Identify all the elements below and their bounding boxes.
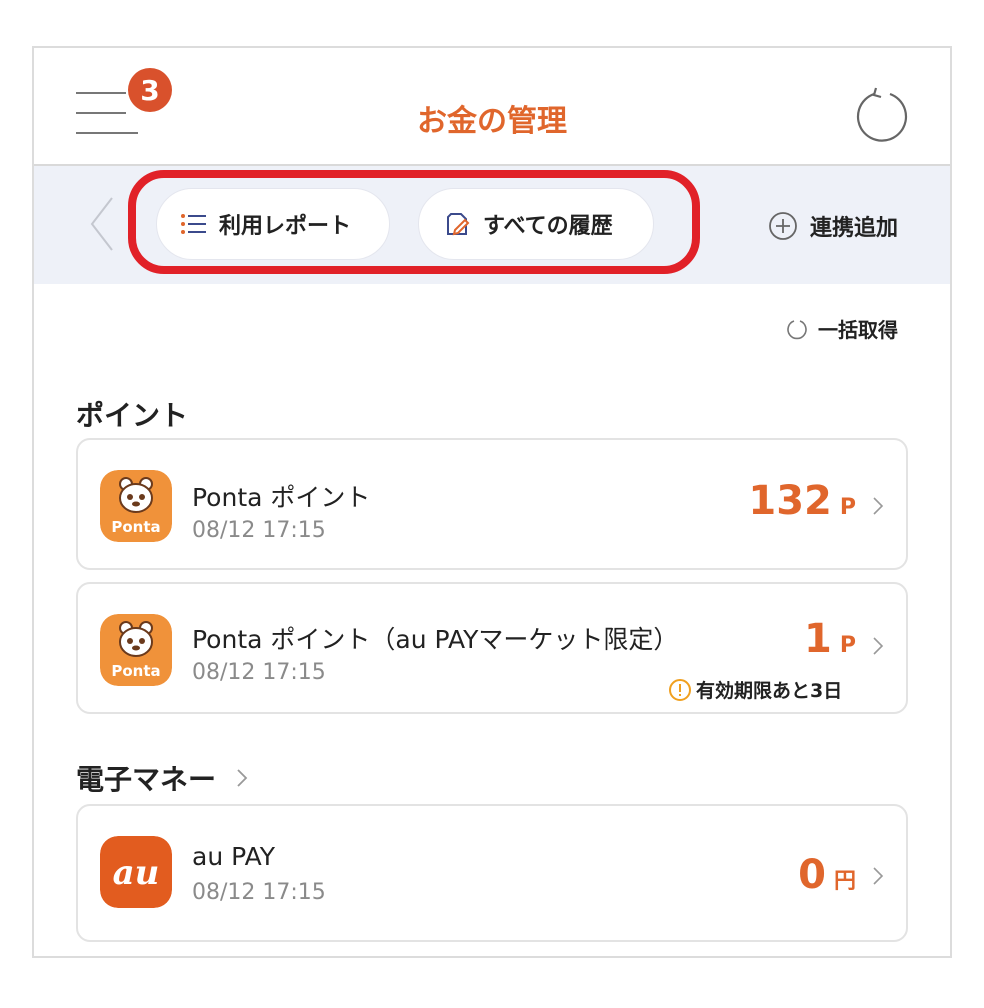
chevron-right-icon <box>873 867 884 885</box>
app-screen: 3 お金の管理 利用レポート すべての履歴 連携追加 一括取得 ポイント Pon… <box>32 46 952 958</box>
refresh-small-icon <box>787 319 807 339</box>
point-card-ponta[interactable]: Ponta Ponta ポイント 08/12 17:15 132 P <box>76 438 908 570</box>
tool-bar: 利用レポート すべての履歴 連携追加 <box>34 166 950 284</box>
chevron-right-icon <box>237 769 248 787</box>
emoney-updated-time: 08/12 17:15 <box>192 880 326 905</box>
add-link-label: 連携追加 <box>810 216 899 241</box>
au-pay-logo-icon: au <box>100 836 172 908</box>
emoney-amount: 0円 <box>798 852 856 898</box>
warning-icon <box>669 678 691 701</box>
ponta-logo-icon: Ponta <box>100 614 172 686</box>
point-updated-time: 08/12 17:15 <box>192 518 326 543</box>
expiry-warning: 有効期限あと3日 <box>668 676 842 703</box>
highlight-frame <box>128 170 700 274</box>
point-name: Ponta ポイント（au PAYマーケット限定） <box>192 625 679 654</box>
points-section-title: ポイント <box>76 399 189 432</box>
svg-text:Ponta: Ponta <box>111 518 160 536</box>
point-updated-time: 08/12 17:15 <box>192 660 326 685</box>
expiry-warning-text: 有効期限あと3日 <box>696 680 843 702</box>
page-title: お金の管理 <box>417 104 567 139</box>
point-amount: 132 P <box>748 478 856 524</box>
bulk-fetch-label: 一括取得 <box>818 318 898 342</box>
svg-text:au: au <box>113 853 160 893</box>
emoney-name: au PAY <box>192 842 276 871</box>
chevron-right-icon <box>873 637 884 655</box>
point-amount: 1P <box>804 616 856 662</box>
ponta-logo-icon: Ponta <box>100 470 172 542</box>
svg-text:Ponta: Ponta <box>111 662 160 680</box>
app-header: 3 お金の管理 <box>34 48 950 166</box>
plus-circle-icon <box>769 212 797 240</box>
refresh-icon[interactable] <box>852 86 912 146</box>
add-link-button[interactable]: 連携追加 <box>768 206 898 246</box>
chevron-right-icon <box>873 497 884 515</box>
emoney-section-title[interactable]: 電子マネー <box>76 758 250 798</box>
bulk-fetch-button[interactable]: 一括取得 <box>786 314 898 343</box>
emoney-card-aupay[interactable]: au au PAY 08/12 17:15 0円 <box>76 804 908 942</box>
point-name: Ponta ポイント <box>192 483 371 512</box>
chevron-left-icon[interactable] <box>86 194 116 254</box>
point-card-ponta-aupay-market[interactable]: Ponta Ponta ポイント（au PAYマーケット限定） 08/12 17… <box>76 582 908 714</box>
